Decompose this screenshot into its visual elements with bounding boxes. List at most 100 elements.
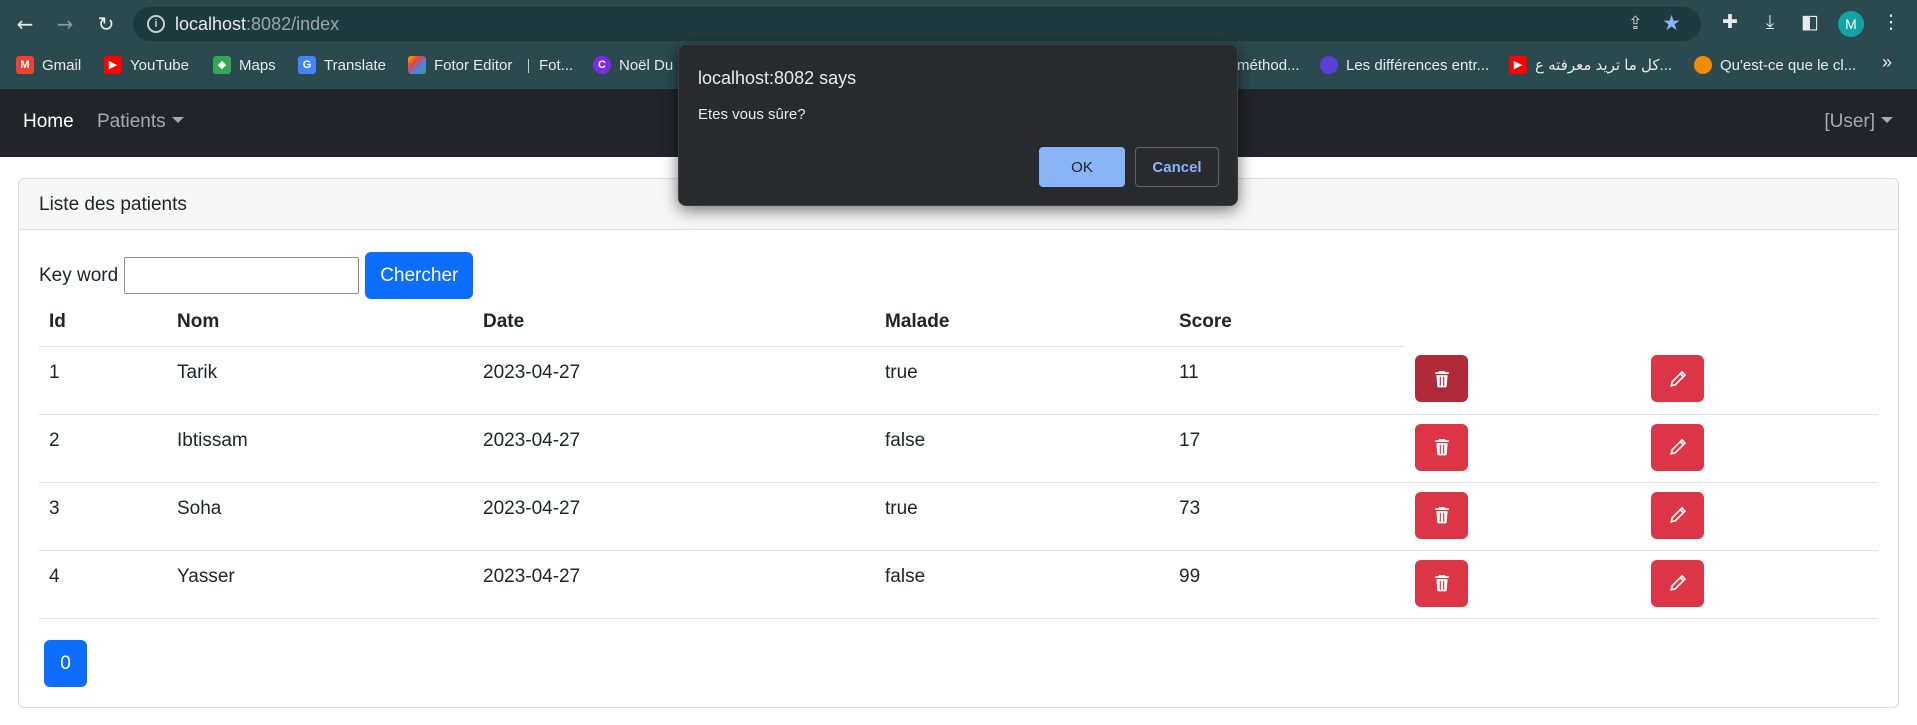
dialog-message: Etes vous sûre? <box>698 106 806 123</box>
share-icon[interactable]: ⇪ <box>1628 13 1643 34</box>
bookmark-fotor-editor[interactable]: Fotor Editor <box>408 55 512 75</box>
canva-icon: C <box>593 56 611 74</box>
cell-date: 2023-04-27 <box>473 550 875 619</box>
bookmark-label: Les différences entr... <box>1346 56 1490 74</box>
menu-kebab-icon[interactable]: ⋮ <box>1878 11 1904 33</box>
delete-button[interactable] <box>1415 423 1468 471</box>
cell-malade: false <box>875 550 1169 619</box>
nav-user-dropdown[interactable]: [User] <box>1824 111 1893 133</box>
cell-nom: Tarik <box>167 346 473 415</box>
bookmark-quest-ce[interactable]: Qu'est-ce que le cl... <box>1694 55 1856 75</box>
cell-edit <box>1641 414 1878 483</box>
cell-date: 2023-04-27 <box>473 414 875 483</box>
bookmark-label: Noël Du <box>619 56 674 74</box>
cell-date: 2023-04-27 <box>473 346 875 415</box>
site-info-icon[interactable]: i <box>147 15 165 33</box>
bookmark-translate[interactable]: G Translate <box>298 55 386 75</box>
column-header-malade: Malade <box>875 300 1169 347</box>
table-header-row: Id Nom Date Malade Score <box>39 300 1878 347</box>
pencil-icon <box>1669 438 1686 455</box>
youtube-icon: ▶ <box>104 56 122 74</box>
delete-button[interactable] <box>1415 355 1468 402</box>
bookmark-fotor[interactable]: Fot... <box>539 55 573 75</box>
bookmark-youtube[interactable]: ▶ YouTube <box>104 55 189 75</box>
side-panel-icon[interactable]: ◧ <box>1797 11 1823 33</box>
bookmark-arabic[interactable]: ▶ كل ما تريد معرفته ع... <box>1509 55 1672 75</box>
cell-score: 17 <box>1169 414 1405 483</box>
bookmark-label: YouTube <box>130 56 189 74</box>
nav-home-link[interactable]: Home <box>23 111 74 133</box>
column-header-delete <box>1405 300 1641 346</box>
bookmark-label: méthod... <box>1237 56 1300 74</box>
column-header-edit <box>1641 300 1878 346</box>
cell-delete <box>1405 482 1641 551</box>
forward-icon[interactable]: → <box>53 12 77 36</box>
download-icon[interactable]: ⤓ <box>1757 11 1783 33</box>
bookmark-star-icon[interactable]: ★ <box>1662 11 1681 35</box>
bookmarks-overflow-icon[interactable]: » <box>1882 52 1892 73</box>
cell-score: 99 <box>1169 550 1405 619</box>
search-form: Key word Chercher <box>39 252 474 299</box>
dialog-ok-button[interactable]: OK <box>1039 147 1125 187</box>
bookmark-methode[interactable]: méthod... <box>1237 55 1300 75</box>
pencil-icon <box>1669 506 1686 523</box>
dialog-cancel-button[interactable]: Cancel <box>1135 147 1219 187</box>
edit-button[interactable] <box>1651 491 1704 539</box>
bookmark-noel[interactable]: C Noël Du <box>593 55 673 75</box>
address-bar[interactable]: i localhost:8082/index ⇪ ★ <box>133 7 1701 41</box>
delete-button[interactable] <box>1415 559 1468 607</box>
trash-icon <box>1434 575 1449 592</box>
table-row: 3 Soha 2023-04-27 true 73 <box>39 482 1878 551</box>
chevron-down-icon <box>171 116 184 123</box>
youtube-icon: ▶ <box>1509 56 1527 74</box>
address-url[interactable]: localhost:8082/index <box>175 14 339 35</box>
bookmark-label: Qu'est-ce que le cl... <box>1720 56 1857 74</box>
patients-table: Id Nom Date Malade Score 1 Tarik 2023-04… <box>39 300 1878 619</box>
patients-card: Liste des patients Key word Chercher Id … <box>18 178 1899 708</box>
table-row: 2 Ibtissam 2023-04-27 false 17 <box>39 414 1878 483</box>
edit-button[interactable] <box>1651 423 1704 471</box>
cell-malade: true <box>875 346 1169 415</box>
search-button[interactable]: Chercher <box>365 252 474 299</box>
search-input[interactable] <box>124 257 360 294</box>
cell-date: 2023-04-27 <box>473 482 875 551</box>
nav-patients-dropdown[interactable]: Patients <box>97 111 184 133</box>
column-header-score: Score <box>1169 300 1405 347</box>
cell-malade: true <box>875 482 1169 551</box>
delete-button[interactable] <box>1415 491 1468 539</box>
bookmark-label: كل ما تريد معرفته ع... <box>1535 57 1673 74</box>
cell-id: 3 <box>39 482 167 551</box>
cell-id: 1 <box>39 346 167 415</box>
chevron-down-icon <box>1881 116 1893 123</box>
browser-toolbar: ← → ↻ i localhost:8082/index ⇪ ★ ✚ ⤓ ◧ M… <box>0 0 1917 47</box>
table-row: 1 Tarik 2023-04-27 true 11 <box>39 346 1878 415</box>
trash-icon <box>1434 439 1449 456</box>
bookmark-differences[interactable]: Les différences entr... <box>1320 55 1489 75</box>
back-icon[interactable]: ← <box>13 12 37 36</box>
pencil-icon <box>1669 370 1686 387</box>
edit-button[interactable] <box>1651 559 1704 607</box>
cell-malade: false <box>875 414 1169 483</box>
cell-id: 4 <box>39 550 167 619</box>
pagination-page-button[interactable]: 0 <box>44 640 87 687</box>
extensions-icon[interactable]: ✚ <box>1717 11 1743 33</box>
translate-icon: G <box>298 56 316 74</box>
column-header-date: Date <box>473 300 875 347</box>
maps-icon: ◆ <box>213 56 231 74</box>
profile-avatar[interactable]: M <box>1838 11 1864 37</box>
cell-nom: Soha <box>167 482 473 551</box>
bookmark-label: Translate <box>324 56 386 74</box>
edit-button[interactable] <box>1651 355 1704 402</box>
pencil-icon <box>1669 574 1686 591</box>
reload-icon[interactable]: ↻ <box>94 12 118 36</box>
nav-patients-label: Patients <box>97 111 166 132</box>
bookmark-gmail[interactable]: M Gmail <box>16 55 81 75</box>
column-header-id: Id <box>39 300 167 347</box>
cell-score: 73 <box>1169 482 1405 551</box>
search-label: Key word <box>39 264 119 286</box>
cell-delete <box>1405 346 1641 415</box>
site-icon <box>1694 56 1712 74</box>
trash-icon <box>1434 507 1449 524</box>
bookmark-maps[interactable]: ◆ Maps <box>213 55 276 75</box>
site-icon <box>1320 56 1338 74</box>
